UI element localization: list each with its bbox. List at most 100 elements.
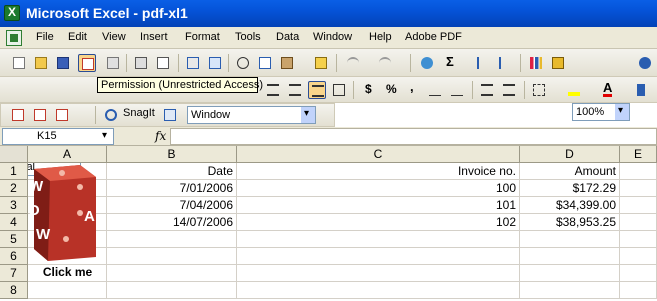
cell-b6[interactable] xyxy=(107,248,237,265)
cell-b3[interactable]: 7/04/2006 xyxy=(107,197,237,214)
sort-descending-icon[interactable] xyxy=(496,54,514,72)
row-header-2[interactable]: 2 xyxy=(0,180,28,197)
wowa-logo[interactable]: W O W A xyxy=(28,163,100,263)
fill-color-icon[interactable] xyxy=(565,81,583,99)
permission-icon[interactable] xyxy=(78,54,96,72)
cell-e3[interactable] xyxy=(620,197,657,214)
cell-c8[interactable] xyxy=(237,282,520,299)
hyperlink-icon[interactable] xyxy=(418,54,436,72)
column-header-a[interactable]: A xyxy=(28,146,107,163)
menu-view[interactable]: View xyxy=(102,31,126,43)
spelling-icon[interactable] xyxy=(184,54,202,72)
save-icon[interactable] xyxy=(54,54,72,72)
cell-d7[interactable] xyxy=(520,265,620,282)
cell-c4[interactable]: 102 xyxy=(237,214,520,231)
cell-b2[interactable]: 7/01/2006 xyxy=(107,180,237,197)
print-icon[interactable] xyxy=(132,54,150,72)
convert-to-pdf-icon[interactable] xyxy=(9,106,27,124)
format-painter-icon[interactable] xyxy=(312,54,330,72)
cell-c2[interactable]: 100 xyxy=(237,180,520,197)
pdf-email-icon[interactable] xyxy=(31,106,49,124)
cut-icon[interactable] xyxy=(234,54,252,72)
decrease-indent-icon[interactable] xyxy=(478,81,496,99)
menu-file[interactable]: File xyxy=(36,31,54,43)
row-header-5[interactable]: 5 xyxy=(0,231,28,248)
email-icon[interactable] xyxy=(104,54,122,72)
align-center-icon[interactable] xyxy=(286,81,304,99)
formula-input[interactable] xyxy=(170,128,657,145)
merge-center-icon[interactable] xyxy=(330,81,348,99)
cell-d2[interactable]: $172.29 xyxy=(520,180,620,197)
snagit-capture-icon[interactable] xyxy=(161,106,179,124)
cell-a8[interactable] xyxy=(28,282,107,299)
row-header-1[interactable]: 1 xyxy=(0,163,28,180)
drawing-icon[interactable] xyxy=(549,54,567,72)
row-header-6[interactable]: 6 xyxy=(0,248,28,265)
cell-c7[interactable] xyxy=(237,265,520,282)
row-header-8[interactable]: 8 xyxy=(0,282,28,299)
column-header-c[interactable]: C xyxy=(237,146,520,163)
cell-b5[interactable] xyxy=(107,231,237,248)
paste-icon[interactable] xyxy=(278,54,296,72)
cell-d4[interactable]: $38,953.25 xyxy=(520,214,620,231)
open-icon[interactable] xyxy=(32,54,50,72)
comma-style-icon[interactable]: , xyxy=(404,79,422,99)
zoom-select[interactable]: 100% xyxy=(572,103,630,121)
column-header-d[interactable]: D xyxy=(520,146,620,163)
workbook-icon[interactable] xyxy=(6,30,22,46)
column-header-b[interactable]: B xyxy=(107,146,237,163)
pdf-review-icon[interactable] xyxy=(53,106,71,124)
cell-e7[interactable] xyxy=(620,265,657,282)
cell-b4[interactable]: 14/07/2006 xyxy=(107,214,237,231)
increase-decimal-icon[interactable] xyxy=(426,81,444,99)
snagit-icon[interactable] xyxy=(102,106,120,124)
menu-insert[interactable]: Insert xyxy=(140,31,168,43)
currency-button[interactable]: $ xyxy=(360,81,378,99)
row-header-4[interactable]: 4 xyxy=(0,214,28,231)
cell-e8[interactable] xyxy=(620,282,657,299)
font-color-button[interactable]: A xyxy=(598,81,616,99)
select-all-button[interactable] xyxy=(0,146,28,163)
chevron-down-icon[interactable] xyxy=(615,103,629,120)
research-icon[interactable] xyxy=(206,54,224,72)
chevron-down-icon[interactable] xyxy=(301,106,315,123)
align-right-icon[interactable] xyxy=(308,81,326,99)
name-box[interactable]: K15 xyxy=(2,128,114,145)
undo-icon[interactable] xyxy=(344,54,362,72)
cell-e4[interactable] xyxy=(620,214,657,231)
excel-app-icon[interactable] xyxy=(4,5,20,21)
snagit-capture-select[interactable]: Window xyxy=(187,106,316,124)
autosum-icon[interactable]: Σ xyxy=(442,54,460,72)
cell-c3[interactable]: 101 xyxy=(237,197,520,214)
click-me-button[interactable]: Click me xyxy=(28,265,107,279)
cell-d1[interactable]: Amount xyxy=(520,163,620,180)
menu-edit[interactable]: Edit xyxy=(68,31,87,43)
align-left-icon[interactable] xyxy=(264,81,282,99)
print-preview-icon[interactable] xyxy=(154,54,172,72)
copy-icon[interactable] xyxy=(256,54,274,72)
toolbar-options-icon[interactable] xyxy=(632,81,650,99)
cell-c6[interactable] xyxy=(237,248,520,265)
menu-adobe-pdf[interactable]: Adobe PDF xyxy=(405,31,462,43)
increase-indent-icon[interactable] xyxy=(500,81,518,99)
row-header-3[interactable]: 3 xyxy=(0,197,28,214)
borders-icon[interactable] xyxy=(530,81,548,99)
column-header-e[interactable]: E xyxy=(620,146,657,163)
percent-button[interactable]: % xyxy=(382,81,400,99)
cell-b8[interactable] xyxy=(107,282,237,299)
menu-window[interactable]: Window xyxy=(313,31,352,43)
sort-ascending-icon[interactable] xyxy=(474,54,492,72)
cell-c5[interactable] xyxy=(237,231,520,248)
menu-data[interactable]: Data xyxy=(276,31,299,43)
chevron-down-icon[interactable] xyxy=(99,128,113,144)
menu-format[interactable]: Format xyxy=(185,31,220,43)
row-header-7[interactable]: 7 xyxy=(0,265,28,282)
cell-e2[interactable] xyxy=(620,180,657,197)
cell-e6[interactable] xyxy=(620,248,657,265)
cell-b1[interactable]: Date xyxy=(107,163,237,180)
decrease-decimal-icon[interactable] xyxy=(448,81,466,99)
cell-d3[interactable]: $34,399.00 xyxy=(520,197,620,214)
cell-e5[interactable] xyxy=(620,231,657,248)
chart-wizard-icon[interactable] xyxy=(527,54,545,72)
cell-e1[interactable] xyxy=(620,163,657,180)
